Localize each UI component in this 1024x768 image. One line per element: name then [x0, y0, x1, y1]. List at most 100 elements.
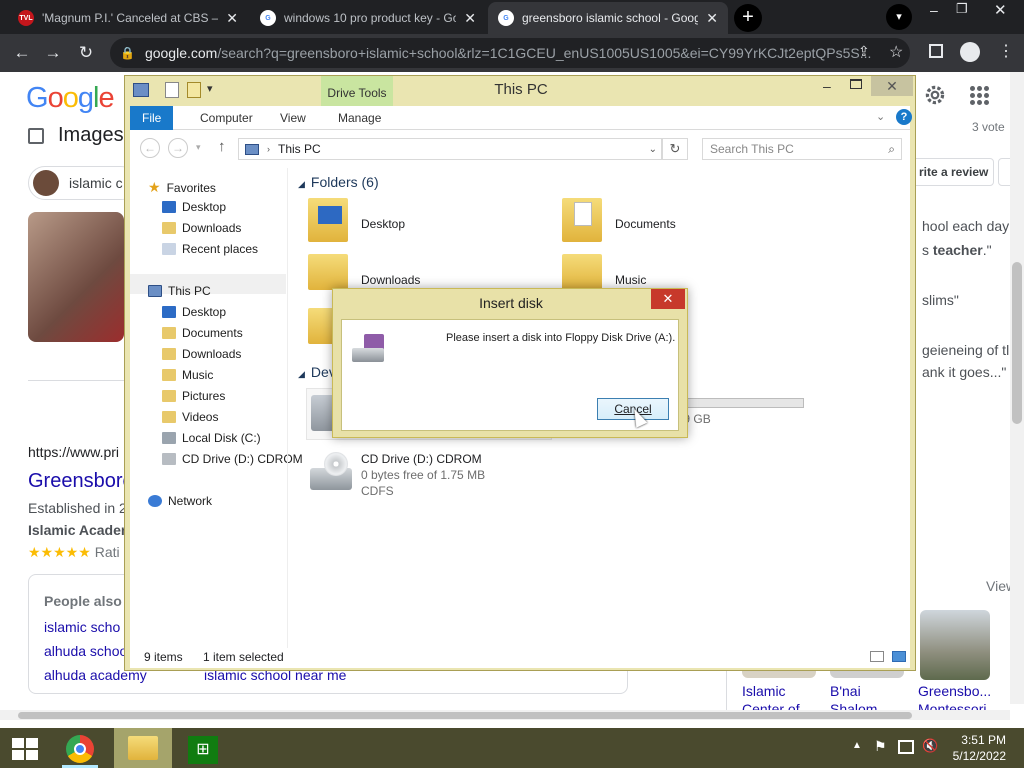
scrollbar-thumb[interactable] [18, 712, 912, 719]
nav-item-documents[interactable]: Documents [162, 326, 243, 340]
folder-music-icon[interactable] [562, 254, 602, 290]
desktop-icon [162, 306, 176, 318]
side-panel-icon[interactable] [929, 44, 943, 58]
google-logo[interactable]: Google [26, 82, 115, 115]
browser-tab-windows-key[interactable]: G windows 10 pro product key - Go ✕ [250, 2, 486, 34]
search-icon: ⌕ [888, 142, 895, 156]
folder-desktop-icon[interactable] [308, 198, 348, 242]
details-view-icon[interactable] [870, 651, 884, 662]
settings-gear-icon[interactable] [922, 82, 948, 108]
ribbon-expand-chevron-icon[interactable]: ⌄ [876, 110, 885, 123]
nav-favorites[interactable]: ★ Favorites [148, 179, 216, 196]
folders-group-header[interactable]: ◢ Folders (6) [298, 174, 379, 190]
network-icon[interactable] [898, 740, 914, 754]
place-image[interactable] [920, 610, 990, 680]
help-icon[interactable]: ? [896, 109, 912, 125]
folder-label[interactable]: Documents [615, 217, 676, 231]
nav-item-music[interactable]: Music [162, 368, 213, 382]
related-search-link[interactable]: islamic scho [44, 619, 120, 635]
maximize-icon[interactable] [850, 79, 862, 89]
tab-view[interactable]: View [268, 106, 318, 130]
back-arrow-icon[interactable]: ← [140, 138, 160, 158]
tab-computer[interactable]: Computer [188, 106, 265, 130]
close-tab-icon[interactable]: ✕ [706, 10, 718, 27]
folder-downloads-icon[interactable] [308, 254, 348, 290]
chip-thumbnail [33, 170, 59, 196]
windows-start-icon[interactable] [12, 738, 38, 760]
nav-item-desktop[interactable]: Desktop [162, 305, 226, 319]
share-icon[interactable]: ⇪ [858, 43, 870, 60]
action-center-flag-icon[interactable]: ⚑ [874, 738, 887, 755]
nav-item-pictures[interactable]: Pictures [162, 389, 225, 403]
kebab-menu-icon[interactable]: ⋮ [998, 41, 1014, 61]
forward-arrow-icon[interactable]: → [168, 138, 188, 158]
cd-drive-name[interactable]: CD Drive (D:) CDROM [361, 452, 482, 466]
browser-tab-greensboro[interactable]: G greensboro islamic school - Goog ✕ [488, 2, 728, 34]
profile-avatar-icon[interactable] [960, 42, 980, 62]
apps-grid-icon[interactable] [970, 86, 990, 106]
up-arrow-icon[interactable]: ↑ [218, 138, 226, 155]
file-explorer-taskbar-button[interactable] [114, 728, 172, 768]
refresh-icon[interactable]: ↻ [662, 138, 688, 160]
back-arrow-icon[interactable]: ← [7, 38, 37, 68]
review-snippet: ank it goes..." [922, 364, 1007, 380]
nav-item-recent-places[interactable]: Recent places [162, 242, 258, 256]
explorer-title-bar[interactable]: ▾ Drive Tools This PC – ✕ [125, 76, 915, 106]
close-tab-icon[interactable]: ✕ [226, 10, 238, 27]
result-url[interactable]: https://www.pri [28, 444, 119, 460]
explorer-address-bar[interactable]: › This PC ⌄ [238, 138, 662, 160]
chrome-taskbar-button[interactable] [62, 732, 98, 768]
minimize-icon[interactable]: – [930, 2, 938, 18]
tab-search-chevron-icon[interactable]: ▾ [886, 4, 912, 30]
nav-item-videos[interactable]: Videos [162, 410, 218, 424]
address-bar[interactable]: 🔒 google.com/search?q=greensboro+islamic… [110, 38, 910, 68]
nav-this-pc[interactable]: This PC [148, 284, 211, 298]
devices-group-header[interactable]: ◢ Dev [298, 364, 336, 380]
bookmark-star-icon[interactable]: ☆ [889, 42, 903, 62]
address-dropdown-icon[interactable]: ⌄ [649, 144, 657, 155]
tab-manage[interactable]: Manage [326, 106, 393, 130]
restore-icon[interactable]: ❐ [956, 1, 968, 17]
recent-locations-chevron-icon[interactable]: ▾ [196, 142, 201, 153]
system-clock[interactable]: 3:51 PM 5/12/2022 [944, 732, 1006, 764]
volume-muted-icon[interactable]: 🔇 [922, 738, 938, 754]
image-chip[interactable]: islamic c [28, 166, 138, 200]
close-tab-icon[interactable]: ✕ [464, 10, 476, 27]
show-hidden-icons-chevron-icon[interactable]: ▲ [852, 740, 862, 751]
cd-disc-icon [324, 452, 348, 476]
reload-icon[interactable]: ↻ [71, 38, 101, 68]
cd-drive-tile-icon[interactable] [306, 450, 354, 494]
result-image[interactable] [28, 212, 124, 342]
write-review-button[interactable]: rite a review [910, 158, 994, 186]
scrollbar-thumb[interactable] [1012, 262, 1022, 424]
folder-label[interactable]: Music [615, 273, 646, 287]
pictures-folder-icon [162, 390, 176, 402]
new-tab-button[interactable]: + [734, 4, 762, 32]
close-window-icon[interactable]: ✕ [871, 76, 913, 96]
document-icon [574, 202, 592, 226]
nav-item-downloads[interactable]: Downloads [162, 347, 241, 361]
nav-item-desktop[interactable]: Desktop [162, 200, 226, 214]
folder-documents-icon[interactable] [562, 198, 602, 242]
tab-file[interactable]: File [130, 106, 174, 130]
related-search-link[interactable]: alhuda schoo [44, 643, 127, 659]
large-icons-view-icon[interactable] [892, 651, 906, 662]
nav-network[interactable]: Network [148, 494, 212, 508]
nav-item-downloads[interactable]: Downloads [162, 221, 241, 235]
folder-label[interactable]: Downloads [361, 273, 420, 287]
close-window-icon[interactable]: ✕ [994, 1, 1007, 19]
nav-item-local-disk[interactable]: Local Disk (C:) [162, 431, 261, 445]
nav-item-cd-drive[interactable]: CD Drive (D:) CDROM [162, 452, 303, 466]
vertical-scrollbar[interactable] [1010, 72, 1024, 704]
browser-tab-magnum[interactable]: TVL 'Magnum P.I.' Canceled at CBS – ✕ [8, 2, 248, 34]
forward-arrow-icon[interactable]: → [38, 38, 68, 68]
result-title-link[interactable]: Greensboro [28, 470, 134, 493]
dialog-close-icon[interactable]: ✕ [651, 289, 685, 309]
images-tab[interactable]: Images [28, 124, 124, 147]
horizontal-scrollbar[interactable] [0, 710, 1010, 720]
explorer-search-input[interactable]: Search This PC ⌕ [702, 138, 902, 160]
folder-label[interactable]: Desktop [361, 217, 405, 231]
store-app-icon[interactable]: ⊞ [188, 736, 218, 764]
minimize-icon[interactable]: – [823, 78, 831, 94]
collapse-chevron-icon: ◢ [298, 179, 305, 189]
